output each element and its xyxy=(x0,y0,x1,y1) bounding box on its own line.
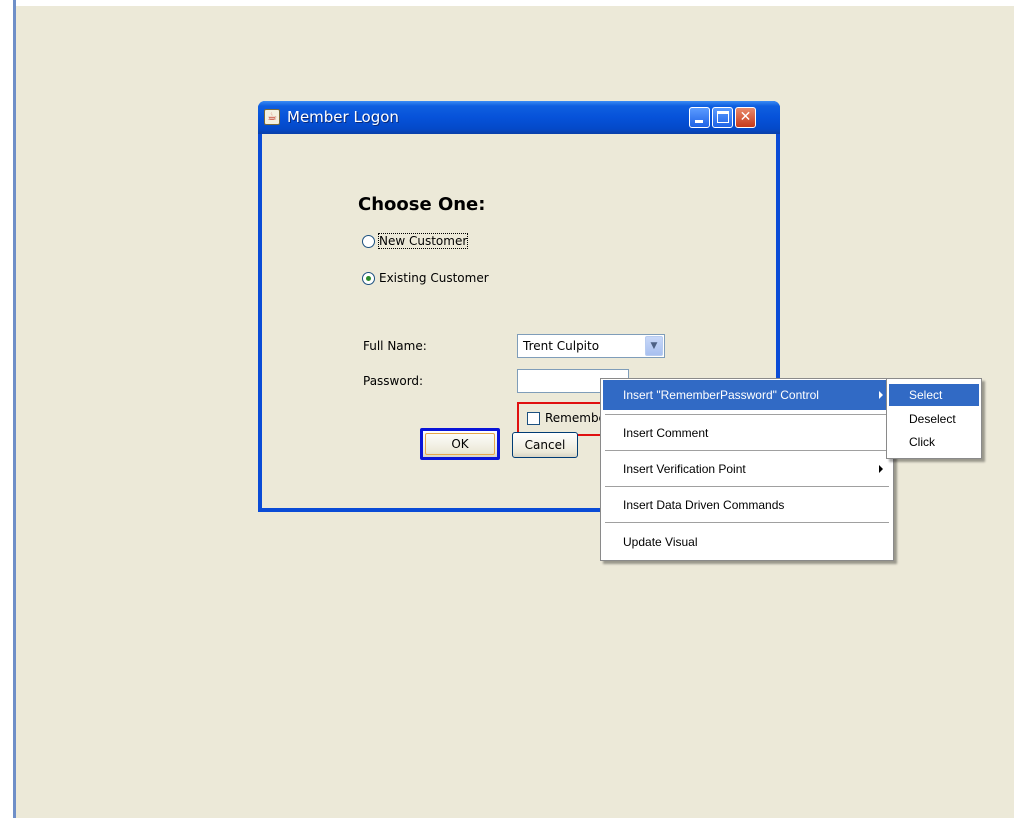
maximize-icon xyxy=(717,111,729,123)
radio-new-customer-label: New Customer xyxy=(377,233,469,249)
radio-new-customer[interactable]: New Customer xyxy=(362,233,469,249)
context-menu: Insert "RememberPassword" Control Insert… xyxy=(600,378,894,561)
password-label: Password: xyxy=(363,374,424,388)
full-name-label: Full Name: xyxy=(363,339,427,353)
choose-one-heading: Choose One: xyxy=(358,194,486,215)
close-icon: ✕ xyxy=(739,109,752,125)
radio-existing-customer-label: Existing Customer xyxy=(379,271,489,285)
minimize-button[interactable] xyxy=(689,107,710,128)
submenu-item-label: Deselect xyxy=(909,412,956,426)
remember-password-checkbox[interactable] xyxy=(527,412,540,425)
menu-item-insert-control[interactable]: Insert "RememberPassword" Control xyxy=(603,380,891,410)
ok-button[interactable]: OK xyxy=(420,428,500,460)
cancel-button-label: Cancel xyxy=(524,438,566,452)
submenu-arrow-icon xyxy=(879,465,883,473)
remember-password-label: Remembe xyxy=(545,411,606,425)
menu-separator xyxy=(605,522,889,523)
menu-item-insert-comment[interactable]: Insert Comment xyxy=(603,418,891,448)
submenu-item-click[interactable]: Click xyxy=(889,431,979,453)
submenu-item-label: Select xyxy=(909,388,943,402)
radio-existing-customer[interactable]: Existing Customer xyxy=(362,271,489,285)
menu-item-label: Insert Comment xyxy=(623,426,709,440)
control-submenu: Select Deselect Click xyxy=(886,378,982,459)
menu-item-label: Insert Data Driven Commands xyxy=(623,498,785,512)
menu-separator xyxy=(605,414,889,415)
menu-item-label: Update Visual xyxy=(623,535,698,549)
menu-item-label: Insert Verification Point xyxy=(623,462,746,476)
title-bar[interactable]: ☕ Member Logon ✕ xyxy=(258,101,780,134)
submenu-item-deselect[interactable]: Deselect xyxy=(889,408,979,430)
menu-separator xyxy=(605,450,889,451)
submenu-arrow-icon xyxy=(879,391,883,399)
java-cup-icon[interactable]: ☕ xyxy=(264,109,280,125)
full-name-combo[interactable]: Trent Culpito ▼ xyxy=(517,334,665,358)
maximize-button[interactable] xyxy=(712,107,733,128)
submenu-item-label: Click xyxy=(909,435,935,449)
menu-item-update-visual[interactable]: Update Visual xyxy=(603,527,891,557)
radio-button-icon[interactable] xyxy=(362,235,375,248)
radio-button-checked-icon[interactable] xyxy=(362,272,375,285)
ok-button-label: OK xyxy=(451,437,469,451)
menu-item-insert-verification-point[interactable]: Insert Verification Point xyxy=(603,454,891,484)
minimize-icon xyxy=(695,120,703,123)
menu-item-label: Insert "RememberPassword" Control xyxy=(623,388,819,402)
menu-separator xyxy=(605,486,889,487)
submenu-item-select[interactable]: Select xyxy=(889,384,979,406)
close-button[interactable]: ✕ xyxy=(735,107,756,128)
window-title: Member Logon xyxy=(287,108,399,126)
full-name-value: Trent Culpito xyxy=(523,339,600,353)
menu-item-insert-data-driven-commands[interactable]: Insert Data Driven Commands xyxy=(603,490,891,520)
chevron-down-icon[interactable]: ▼ xyxy=(645,336,663,356)
cancel-button[interactable]: Cancel xyxy=(512,432,578,458)
